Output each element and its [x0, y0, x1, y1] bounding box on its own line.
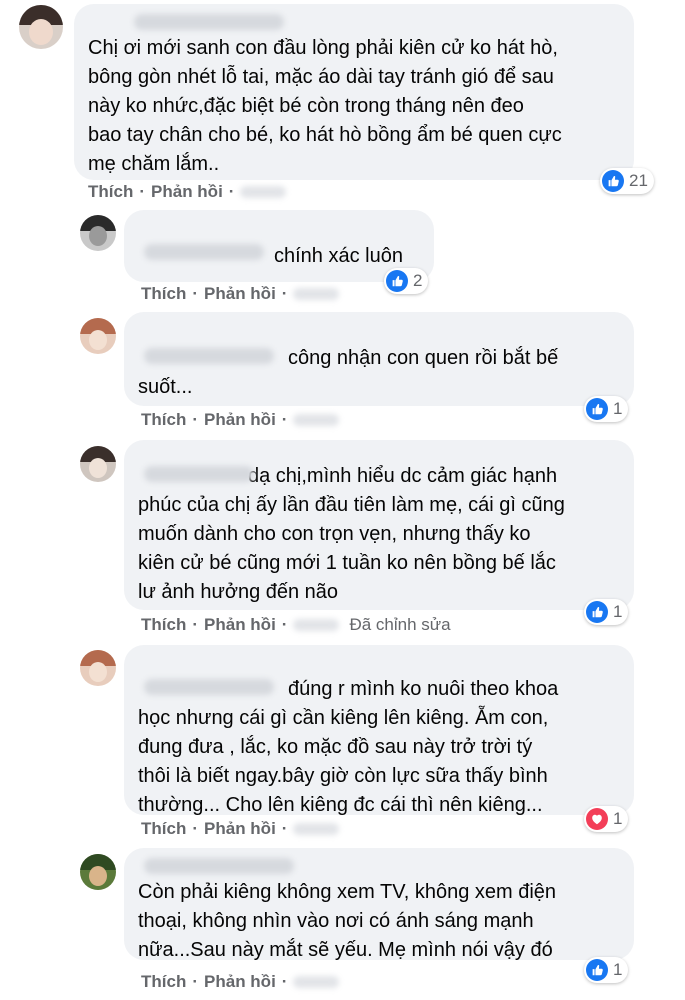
- reaction-count-value: 1: [613, 399, 623, 418]
- author-name-blurred[interactable]: [144, 466, 254, 482]
- avatar[interactable]: [19, 5, 63, 49]
- separator: ·: [139, 182, 146, 201]
- separator: ·: [281, 615, 288, 634]
- like-icon: [602, 170, 624, 192]
- avatar[interactable]: [80, 854, 116, 890]
- author-name-blurred[interactable]: [144, 679, 274, 695]
- separator: ·: [192, 615, 199, 634]
- reply-button[interactable]: Phản hồi: [204, 615, 276, 635]
- reply-button[interactable]: Phản hồi: [204, 410, 276, 430]
- reaction-count[interactable]: 2: [384, 268, 429, 294]
- reaction-count[interactable]: 1: [584, 957, 629, 983]
- comment-text-line: bao tay chân cho bé, ko hát hò bồng ẩm b…: [88, 124, 562, 146]
- comment-text-line: đung đưa , lắc, ko mặc đồ sau này trở tr…: [138, 736, 533, 758]
- separator: ·: [281, 410, 288, 429]
- avatar[interactable]: [80, 446, 116, 482]
- comment-text-line: thoại, không nhìn vào nơi có ánh sáng mạ…: [138, 910, 534, 932]
- separator: ·: [192, 819, 199, 838]
- comment-bubble: dạ chị,mình hiểu dc cảm giác hạnh phúc c…: [124, 440, 634, 610]
- timestamp-blurred[interactable]: [293, 823, 340, 835]
- reaction-count-value: 1: [613, 809, 623, 828]
- comment-text-line: phúc của chị ấy lần đầu tiên làm mẹ, cái…: [138, 494, 565, 516]
- timestamp-blurred[interactable]: [293, 976, 340, 988]
- avatar[interactable]: [80, 318, 116, 354]
- comment-text-line: thôi là biết ngay.bây giờ còn lực sữa th…: [138, 765, 548, 787]
- separator: ·: [281, 972, 288, 991]
- comment-actions: Thích · Phản hồi ·: [141, 284, 340, 304]
- author-name-blurred[interactable]: [144, 348, 274, 364]
- avatar[interactable]: [80, 215, 116, 251]
- comment-actions: Thích · Phản hồi ·: [141, 410, 340, 430]
- like-button[interactable]: Thích: [88, 182, 133, 202]
- reaction-count-value: 1: [613, 960, 623, 979]
- comment-text-line: muốn dành cho con trọn vẹn, nhưng thấy k…: [138, 523, 531, 545]
- comment-text-line: nữa...Sau này mắt sẽ yếu. Mẹ mình nói vậ…: [138, 939, 553, 961]
- reaction-count-value: 1: [613, 602, 623, 621]
- comment-text-line: thường... Cho lên kiêng đc cái thì nên k…: [138, 794, 543, 816]
- reaction-count[interactable]: 21: [600, 168, 654, 194]
- edited-label[interactable]: Đã chỉnh sửa: [349, 615, 450, 635]
- separator: ·: [281, 284, 288, 303]
- separator: ·: [192, 284, 199, 303]
- comment-actions: Thích · Phản hồi ·: [88, 182, 287, 202]
- like-button[interactable]: Thích: [141, 615, 186, 635]
- comment-text-line: Còn phải kiêng không xem TV, không xem đ…: [138, 881, 557, 903]
- avatar[interactable]: [80, 650, 116, 686]
- comment-text-line: bông gòn nhét lỗ tai, mặc áo dài tay trá…: [88, 66, 554, 88]
- comment-text-line: này ko nhức,đặc biệt bé còn trong tháng …: [88, 95, 524, 117]
- like-button[interactable]: Thích: [141, 410, 186, 430]
- reaction-count[interactable]: 1: [584, 806, 629, 832]
- like-button[interactable]: Thích: [141, 284, 186, 304]
- timestamp-blurred[interactable]: [293, 288, 340, 300]
- comment-text-line: Chị ơi mới sanh con đầu lòng phải kiên c…: [88, 37, 558, 59]
- heart-icon: [586, 808, 608, 830]
- author-name-blurred[interactable]: [144, 244, 264, 260]
- comment-bubble: Còn phải kiêng không xem TV, không xem đ…: [124, 848, 634, 961]
- like-icon: [586, 601, 608, 623]
- separator: ·: [228, 182, 235, 201]
- reply-button[interactable]: Phản hồi: [151, 182, 223, 202]
- comment-text-line: lư ảnh hưởng đến não: [138, 581, 339, 603]
- author-name-blurred[interactable]: [144, 858, 294, 874]
- comment-bubble: đúng r mình ko nuôi theo khoa học nhưng …: [124, 645, 634, 816]
- reaction-count[interactable]: 1: [584, 396, 629, 422]
- separator: ·: [192, 972, 199, 991]
- reply-button[interactable]: Phản hồi: [204, 819, 276, 839]
- reply-button[interactable]: Phản hồi: [204, 972, 276, 992]
- author-name-blurred[interactable]: [134, 14, 284, 30]
- comment-actions: Thích · Phản hồi · Đã chỉnh sửa: [141, 615, 451, 635]
- reaction-count-value: 2: [413, 271, 423, 290]
- reply-button[interactable]: Phản hồi: [204, 284, 276, 304]
- timestamp-blurred[interactable]: [293, 414, 340, 426]
- like-icon: [586, 398, 608, 420]
- comment-bubble: công nhận con quen rồi bắt bế suốt...: [124, 312, 634, 406]
- reaction-count[interactable]: 1: [584, 599, 629, 625]
- comment-text-line: mẹ chăm lắm..: [88, 153, 220, 175]
- like-button[interactable]: Thích: [141, 819, 186, 839]
- comment-actions: Thích · Phản hồi ·: [141, 972, 340, 992]
- timestamp-blurred[interactable]: [293, 619, 340, 631]
- like-icon: [386, 270, 408, 292]
- reaction-count-value: 21: [629, 171, 648, 190]
- comment-text-line: học nhưng cái gì cần kiêng lên kiêng. Ẵm…: [138, 707, 549, 729]
- comment-bubble: Chị ơi mới sanh con đầu lòng phải kiên c…: [74, 4, 634, 180]
- like-icon: [586, 959, 608, 981]
- comment-text-line: kiên cử bé cũng mới 1 tuần ko nên bồng b…: [138, 552, 556, 574]
- separator: ·: [281, 819, 288, 838]
- comment-text-line: suốt...: [138, 376, 193, 398]
- timestamp-blurred[interactable]: [240, 186, 287, 198]
- comment-text-line: chính xác luôn: [274, 245, 403, 267]
- like-button[interactable]: Thích: [141, 972, 186, 992]
- separator: ·: [192, 410, 199, 429]
- comment-actions: Thích · Phản hồi ·: [141, 819, 340, 839]
